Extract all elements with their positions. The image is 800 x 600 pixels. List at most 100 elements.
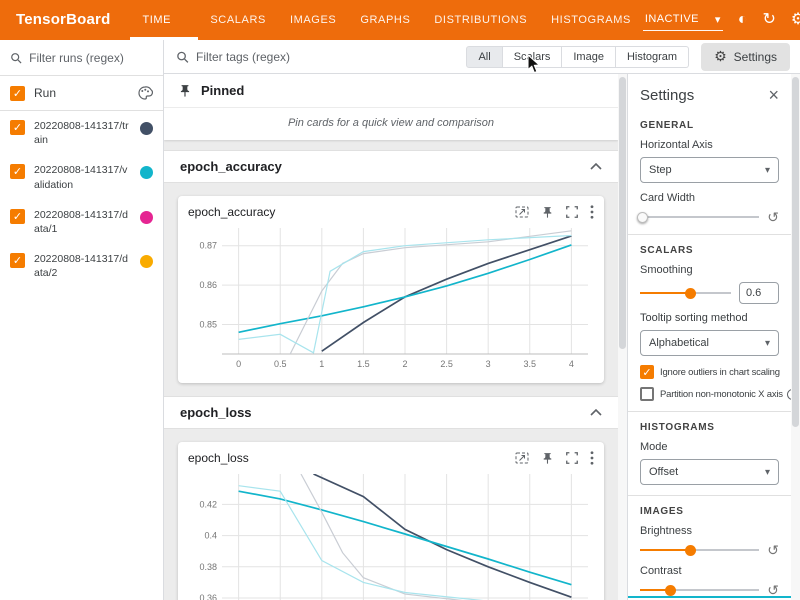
chevron-down-icon: ▾ [715,13,721,26]
card-width-row: ↺ [640,210,779,224]
run-label: 20220808-141317/validation [34,163,131,191]
reload-status-value: INACTIVE [645,13,699,25]
section-header-epoch-accuracy[interactable]: epoch_accuracy [164,150,618,183]
app-logo: TensorBoard [0,0,130,40]
svg-text:2.5: 2.5 [440,359,453,369]
ignore-outliers-row: ✓ Ignore outliers in chart scaling [640,365,779,379]
partition-x-axis-text: Partition non-monotonic X axis [660,389,783,400]
main-nav: TIME SERIES SCALARS IMAGES GRAPHS DISTRI… [130,0,642,40]
run-checkbox[interactable]: ✓ [10,120,25,135]
brightness-label: Brightness [640,525,779,537]
tab-histograms[interactable]: HISTOGRAMS [539,0,643,40]
partition-x-axis-checkbox[interactable]: ✓ [640,387,654,401]
tab-images[interactable]: IMAGES [278,0,348,40]
card-header: epoch_loss [188,450,594,466]
reset-icon[interactable]: ↺ [767,543,779,557]
slider-knob[interactable] [665,585,676,596]
chevron-down-icon: ▾ [765,165,770,176]
svg-text:0.38: 0.38 [199,562,217,572]
svg-text:0.87: 0.87 [199,241,217,251]
contrast-row: ↺ [640,583,779,597]
fullscreen-icon[interactable] [565,451,579,465]
close-icon[interactable]: × [768,86,779,104]
divider [628,495,791,496]
tab-time-series[interactable]: TIME SERIES [130,0,198,40]
epoch-accuracy-zone: epoch_accuracy 00.511.522.533.540.850.86… [164,183,618,396]
tag-filter [176,50,454,64]
reload-status-select[interactable]: INACTIVE ▾ [643,10,723,31]
pinned-empty-text: Pin cards for a quick view and compariso… [164,108,618,140]
chip-histogram[interactable]: Histogram [616,46,689,68]
settings-scrollbar-thumb[interactable] [792,77,799,427]
settings-button-label: Settings [734,50,777,64]
gear-icon[interactable]: ⚙ [791,12,800,28]
refresh-icon[interactable]: ↻ [762,12,775,28]
app-body: ✓ Run ✓ 20220808-141317/train ✓ 20220808… [0,40,800,600]
chevron-up-icon[interactable] [590,409,602,416]
chip-all[interactable]: All [466,46,502,68]
slider-track [640,216,759,218]
run-label: 20220808-141317/data/1 [34,208,131,236]
pin-icon[interactable] [541,206,554,219]
chip-image[interactable]: Image [562,46,616,68]
smoothing-value-input[interactable] [739,282,779,304]
slider-fill [640,292,690,294]
tooltip-sorting-select[interactable]: Alphabetical ▾ [640,330,779,356]
partition-x-axis-label: Partition non-monotonic X axis i [660,389,791,400]
svg-text:0.85: 0.85 [199,319,217,329]
histogram-mode-select[interactable]: Offset ▾ [640,459,779,485]
slider-knob[interactable] [685,545,696,556]
divider [628,234,791,235]
fullscreen-icon[interactable] [565,205,579,219]
pinned-title: Pinned [201,83,244,98]
run-checkbox[interactable]: ✓ [10,209,25,224]
brightness-slider[interactable] [640,543,759,557]
run-color-dot [140,166,153,179]
histogram-mode-label: Mode [640,441,779,453]
settings-panel-title: Settings [640,87,694,104]
header-actions: INACTIVE ▾ ◐ ↻ ⚙ ? [643,0,800,40]
slider-knob[interactable] [637,212,648,223]
more-options-icon[interactable] [590,451,594,465]
main-scrollbar-thumb[interactable] [619,77,626,349]
fit-to-data-icon[interactable] [514,450,530,466]
tab-graphs[interactable]: GRAPHS [348,0,422,40]
run-color-dot [140,122,153,135]
chip-scalars[interactable]: Scalars [503,46,563,68]
settings-button[interactable]: ⚙ Settings [701,43,790,71]
chip-scalars-label: Scalars [514,51,551,63]
pin-icon[interactable] [541,452,554,465]
ignore-outliers-checkbox[interactable]: ✓ [640,365,654,379]
epoch-loss-chart[interactable]: 0.360.380.40.42 [188,468,596,600]
chevron-down-icon: ▾ [765,467,770,478]
svg-text:2: 2 [402,359,407,369]
horizontal-axis-select[interactable]: Step ▾ [640,157,779,183]
slider-knob[interactable] [685,288,696,299]
theme-toggle-icon[interactable]: ◐ [738,12,748,28]
tab-distributions[interactable]: DISTRIBUTIONS [422,0,539,40]
epoch-accuracy-chart[interactable]: 00.511.522.533.540.850.860.87 [188,222,596,372]
section-title: epoch_loss [180,405,252,420]
pin-icon [178,84,192,98]
app-header: TensorBoard TIME SERIES SCALARS IMAGES G… [0,0,800,40]
run-checkbox[interactable]: ✓ [10,253,25,268]
reset-icon[interactable]: ↺ [767,583,779,597]
run-checkbox[interactable]: ✓ [10,164,25,179]
svg-text:0.42: 0.42 [199,499,217,509]
contrast-slider[interactable] [640,583,759,597]
smoothing-slider[interactable] [640,286,731,300]
fit-to-data-icon[interactable] [514,204,530,220]
chevron-up-icon[interactable] [590,163,602,170]
more-options-icon[interactable] [590,205,594,219]
palette-icon[interactable] [137,85,153,101]
select-all-runs-checkbox[interactable]: ✓ [10,86,25,101]
tag-filter-input[interactable] [196,50,454,64]
section-header-epoch-loss[interactable]: epoch_loss [164,396,618,429]
tab-scalars[interactable]: SCALARS [198,0,278,40]
runs-filter-input[interactable] [29,51,153,65]
epoch-loss-card: epoch_loss 0.360.380.40.42 [178,442,604,600]
histogram-mode-value: Offset [649,466,678,478]
tensorboard-app: TensorBoard TIME SERIES SCALARS IMAGES G… [0,0,800,600]
card-width-slider[interactable] [640,210,759,224]
reset-icon[interactable]: ↺ [767,210,779,224]
